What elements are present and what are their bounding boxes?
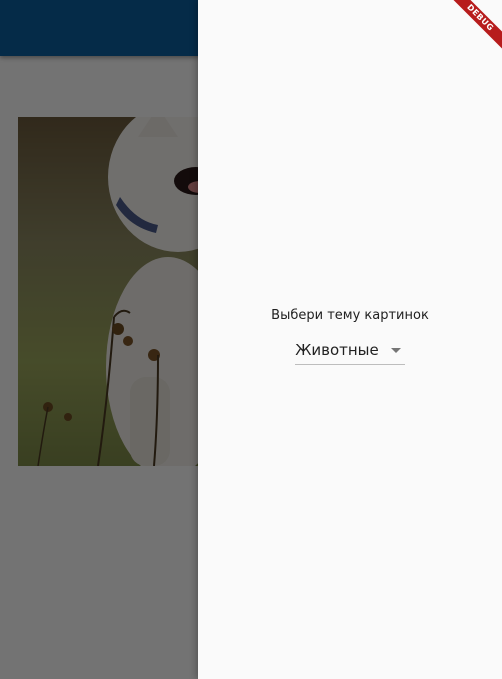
image-theme-dropdown[interactable]: Животные bbox=[295, 340, 405, 365]
drawer-content: Выбери тему картинок Животные bbox=[198, 306, 502, 365]
app-root: Выбери тему картинок Животные DEBUG bbox=[0, 0, 502, 679]
dropdown-selected-value: Животные bbox=[295, 341, 379, 359]
image-theme-label: Выбери тему картинок bbox=[271, 308, 429, 323]
arrow-drop-down-icon bbox=[390, 347, 401, 353]
end-drawer: Выбери тему картинок Животные bbox=[198, 0, 502, 679]
